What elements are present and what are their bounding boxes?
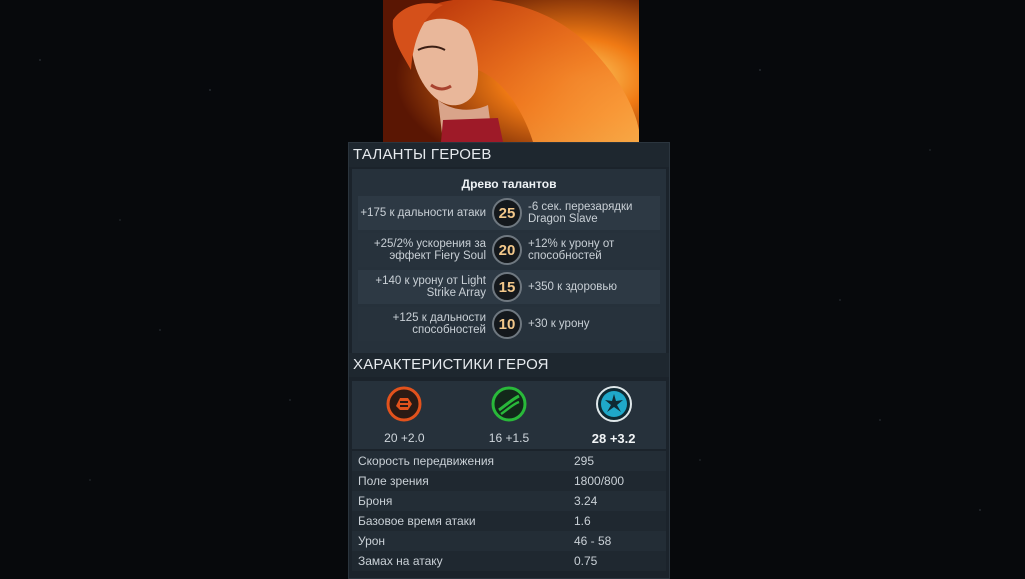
stat-label: Скорость передвижения bbox=[358, 454, 495, 468]
stat-value: 1800/800 bbox=[574, 474, 625, 488]
talent-row-15: +140 к урону от Light Strike Array 15 +3… bbox=[358, 270, 660, 304]
talent-tree: Древо талантов +175 к дальности атаки 25… bbox=[352, 169, 666, 353]
strength-icon bbox=[385, 385, 423, 423]
stat-label: Замах на атаку bbox=[358, 554, 443, 568]
stat-row: Поле зрения 1800/800 bbox=[352, 471, 666, 491]
intelligence-icon bbox=[595, 385, 633, 423]
attribute-intelligence: 28 +3.2 bbox=[569, 385, 659, 449]
stat-value: 3.24 bbox=[574, 494, 598, 508]
stat-label: Урон bbox=[358, 534, 386, 548]
stat-row: Скорость передвижения 295 bbox=[352, 451, 666, 471]
talent-level-badge: 20 bbox=[492, 235, 522, 265]
attribute-agility: 16 +1.5 bbox=[464, 385, 554, 449]
stat-label: Поле зрения bbox=[358, 474, 429, 488]
stat-row: Замах на атаку 0.75 bbox=[352, 551, 666, 571]
talent-row-20: +25/2% ускорения за эффект Fiery Soul 20… bbox=[358, 233, 660, 267]
talent-tree-title: Древо талантов bbox=[461, 177, 557, 191]
stat-value: 46 - 58 bbox=[574, 534, 612, 548]
hero-stats-section-title: ХАРАКТЕРИСТИКИ ГЕРОЯ bbox=[349, 353, 669, 377]
hero-info-panel: ТАЛАНТЫ ГЕРОЕВ Древо талантов +175 к дал… bbox=[348, 142, 670, 579]
stat-row: Базовое время атаки 1.6 bbox=[352, 511, 666, 531]
hero-portrait bbox=[383, 0, 639, 142]
stat-row: Броня 3.24 bbox=[352, 491, 666, 511]
attribute-strength: 20 +2.0 bbox=[359, 385, 449, 449]
stat-value: 1.6 bbox=[574, 514, 591, 528]
strength-value: 20 +2.0 bbox=[384, 431, 425, 445]
stat-label: Броня bbox=[358, 494, 393, 508]
attributes-row: 20 +2.0 16 +1.5 28 +3.2 bbox=[352, 381, 666, 449]
talent-level-badge: 15 bbox=[492, 272, 522, 302]
talent-right-20: +12% к урону от способностей bbox=[528, 238, 615, 262]
stat-value: 0.75 bbox=[574, 554, 598, 568]
talent-right-25: -6 сек. перезарядки Dragon Slave bbox=[528, 201, 633, 225]
agility-icon bbox=[490, 385, 528, 423]
talent-right-15: +350 к здоровью bbox=[528, 281, 617, 293]
hero-stats-table: Скорость передвижения 295 Поле зрения 18… bbox=[352, 451, 666, 571]
talent-row-25: +175 к дальности атаки 25 -6 сек. переза… bbox=[358, 196, 660, 230]
talent-left-15: +140 к урону от Light Strike Array bbox=[375, 275, 486, 299]
talent-level-badge: 25 bbox=[492, 198, 522, 228]
stat-value: 295 bbox=[574, 454, 595, 468]
talent-left-10: +125 к дальности способностей bbox=[392, 312, 486, 336]
talent-left-20: +25/2% ускорения за эффект Fiery Soul bbox=[373, 238, 486, 262]
talent-left-25: +175 к дальности атаки bbox=[360, 207, 486, 219]
talent-right-10: +30 к урону bbox=[528, 318, 590, 330]
intelligence-value: 28 +3.2 bbox=[591, 431, 636, 446]
stat-row: Урон 46 - 58 bbox=[352, 531, 666, 551]
stat-label: Базовое время атаки bbox=[358, 514, 476, 528]
agility-value: 16 +1.5 bbox=[488, 431, 530, 445]
talents-section-title: ТАЛАНТЫ ГЕРОЕВ bbox=[349, 143, 669, 167]
talent-level-badge: 10 bbox=[492, 309, 522, 339]
talent-row-10: +125 к дальности способностей 10 +30 к у… bbox=[358, 307, 660, 341]
